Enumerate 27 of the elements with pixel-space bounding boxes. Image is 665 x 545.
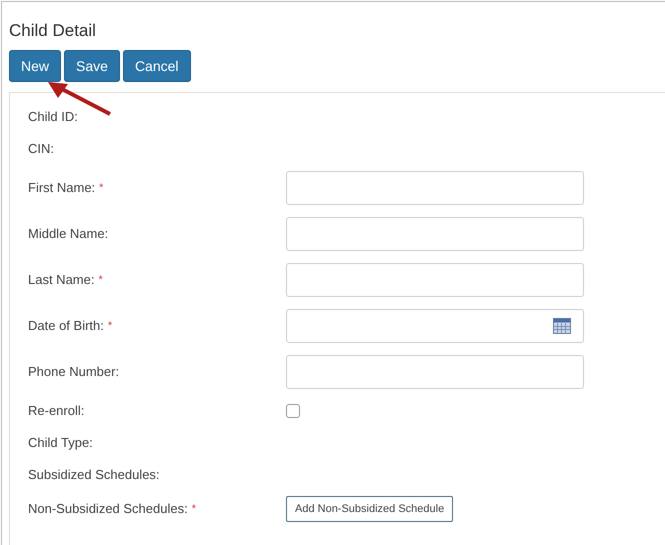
field-label: Middle Name:: [28, 225, 108, 244]
text-field[interactable]: [286, 171, 584, 205]
calendar-icon[interactable]: [553, 318, 571, 334]
required-mark: *: [99, 180, 104, 196]
field-label: Re-enroll:: [28, 402, 84, 420]
field-label: Non-Subsidized Schedules:: [28, 500, 188, 518]
field-label: Date of Birth:: [28, 317, 104, 336]
toolbar-button[interactable]: Cancel: [122, 50, 191, 82]
field-label: Child ID:: [28, 108, 78, 126]
re-enroll-checkbox[interactable]: [286, 404, 300, 418]
toolbar-button[interactable]: Save: [64, 50, 120, 82]
required-mark: *: [108, 318, 112, 334]
required-mark: *: [98, 272, 103, 288]
field-label: First Name:: [28, 179, 96, 198]
add-schedule-button[interactable]: Add Non-Subsidized Schedule: [286, 496, 454, 522]
field-label: Subsidized Schedules:: [28, 466, 160, 484]
page-title: Child Detail: [9, 20, 97, 42]
toolbar-button[interactable]: New: [9, 50, 62, 82]
field-label: Last Name:: [28, 271, 94, 290]
text-field[interactable]: [286, 217, 584, 251]
required-mark: *: [192, 502, 196, 517]
field-label: Child Type:: [28, 434, 93, 452]
text-field[interactable]: [286, 355, 584, 389]
text-field[interactable]: [286, 263, 584, 297]
date-field[interactable]: [286, 309, 584, 343]
field-label: CIN:: [28, 140, 54, 158]
field-label: Phone Number:: [28, 363, 120, 382]
